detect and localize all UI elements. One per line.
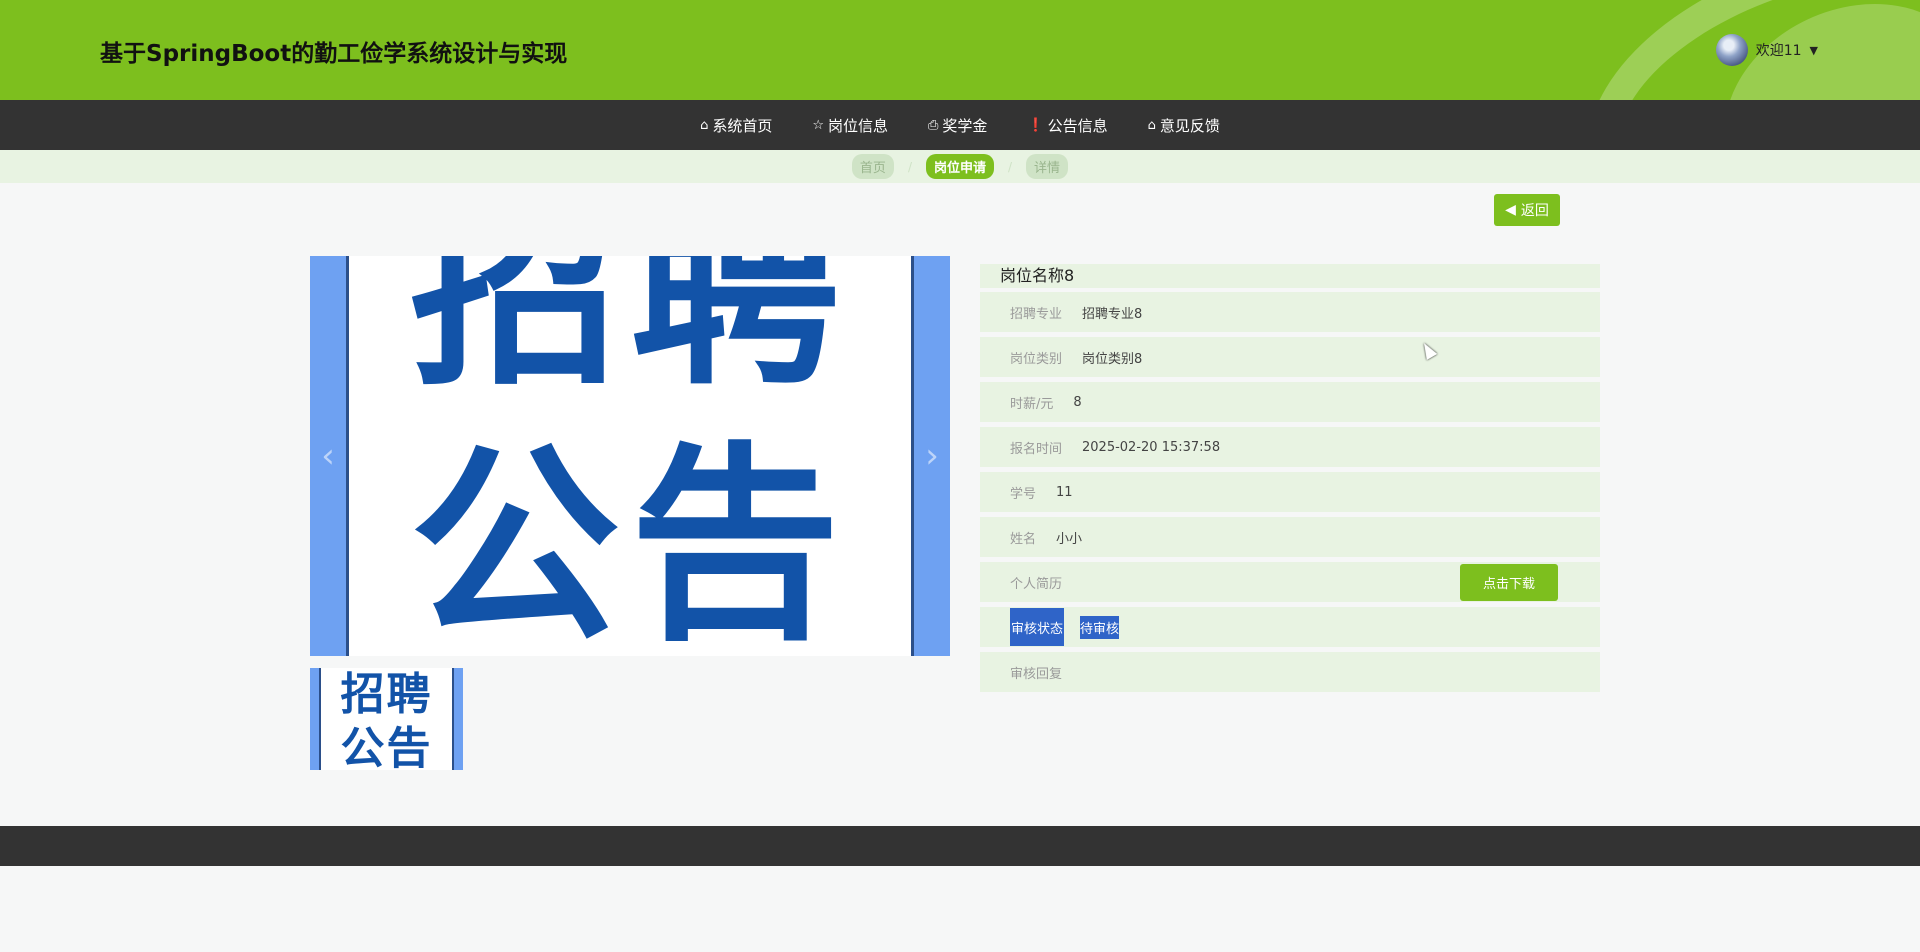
detail-value: 岗位类别8 [1082, 351, 1143, 367]
detail-row: 时薪/元 8 [980, 382, 1600, 422]
resume-row: 个人简历 点击下载 [980, 562, 1600, 602]
detail-row: 报名时间 2025-02-20 15:37:58 [980, 427, 1600, 467]
nav-item-label: 系统首页 [712, 116, 773, 135]
detail-label: 姓名 [1010, 531, 1037, 547]
detail-row: 学号 11 [980, 472, 1600, 512]
top-header: 基于SpringBoot的勤工俭学系统设计与实现 欢迎11 ▼ [0, 0, 1920, 100]
site-title: 基于SpringBoot的勤工俭学系统设计与实现 [100, 41, 568, 67]
chevron-right-icon[interactable]: › [917, 436, 947, 476]
nav-item-label: 奖学金 [942, 116, 988, 135]
detail-row: 岗位类别 岗位类别8 [980, 337, 1600, 377]
nav-item-jobs[interactable]: ☆ 岗位信息 [812, 115, 888, 136]
job-detail-panel: 岗位名称8 招聘专业 招聘专业8 岗位类别 岗位类别8 时薪/元 8 报名时间 … [980, 264, 1600, 697]
breadcrumb-detail: 详情 [1026, 154, 1069, 179]
detail-label: 岗位类别 [1010, 351, 1063, 367]
breadcrumb-separator: / [907, 159, 912, 174]
breadcrumb-job-apply[interactable]: 岗位申请 [925, 154, 994, 179]
detail-label: 学号 [1010, 486, 1037, 502]
thumb-text: 招聘 [340, 669, 433, 720]
chevron-left-icon[interactable]: ‹ [313, 436, 343, 476]
welcome-text[interactable]: 欢迎11 [1756, 40, 1802, 60]
caret-left-icon: ◀ [1505, 202, 1516, 218]
image-carousel[interactable]: 招聘 公告 ‹ › [310, 256, 950, 656]
breadcrumb: 首页 / 岗位申请 / 详情 [0, 150, 1920, 183]
nav-item-label: 公告信息 [1047, 116, 1108, 135]
status-label: 审核状态 [1010, 608, 1065, 646]
thumbnail-image: 招聘 公告 [319, 668, 454, 770]
caret-down-icon[interactable]: ▼ [1810, 44, 1818, 57]
back-button[interactable]: ◀ 返回 [1494, 194, 1560, 226]
nav-item-notices[interactable]: ❗ 公告信息 [1027, 115, 1107, 136]
download-button[interactable]: 点击下载 [1460, 564, 1558, 601]
poster-text: 招聘 [409, 256, 850, 414]
user-menu[interactable]: 欢迎11 ▼ [1715, 33, 1818, 67]
bag-icon: ⎙ [928, 117, 939, 133]
nav-item-home[interactable]: ⌂ 系统首页 [700, 115, 772, 136]
detail-label: 招聘专业 [1010, 306, 1063, 322]
detail-value: 小小 [1056, 531, 1083, 547]
status-value: 待审核 [1080, 615, 1120, 639]
detail-value: 2025-02-20 15:37:58 [1082, 439, 1221, 455]
detail-value: 11 [1056, 484, 1073, 500]
reply-label: 审核回复 [1010, 666, 1063, 682]
status-row: 审核状态 待审核 [980, 607, 1600, 647]
back-button-label: 返回 [1520, 203, 1549, 219]
main-nav: ⌂ 系统首页 ☆ 岗位信息 ⎙ 奖学金 ❗ 公告信息 ⌂ 意见反馈 [0, 100, 1920, 150]
detail-row: 招聘专业 招聘专业8 [980, 292, 1600, 332]
detail-label: 报名时间 [1010, 441, 1063, 457]
breadcrumb-home[interactable]: 首页 [851, 154, 894, 179]
poster-text: 公告 [409, 422, 850, 656]
nav-item-label: 意见反馈 [1159, 116, 1220, 135]
resume-label: 个人简历 [1010, 576, 1063, 592]
nav-item-feedback[interactable]: ⌂ 意见反馈 [1148, 115, 1220, 136]
star-icon: ☆ [812, 117, 824, 133]
reply-row: 审核回复 [980, 652, 1600, 692]
carousel-image: 招聘 公告 [346, 256, 914, 656]
alert-icon: ❗ [1027, 117, 1044, 133]
nav-item-scholarship[interactable]: ⎙ 奖学金 [928, 115, 987, 136]
home-icon: ⌂ [700, 117, 709, 133]
thumb-text: 公告 [340, 723, 433, 770]
avatar[interactable] [1715, 34, 1748, 66]
breadcrumb-separator: / [1008, 159, 1013, 174]
detail-row: 姓名 小小 [980, 517, 1600, 557]
page-footer [0, 826, 1920, 866]
detail-value: 招聘专业8 [1082, 306, 1143, 322]
detail-label: 时薪/元 [1010, 396, 1054, 412]
carousel-thumbnail[interactable]: 招聘 公告 [310, 668, 463, 770]
home-icon: ⌂ [1147, 117, 1156, 133]
detail-value: 8 [1073, 394, 1082, 410]
job-title: 岗位名称8 [980, 264, 1600, 288]
nav-item-label: 岗位信息 [828, 116, 889, 135]
